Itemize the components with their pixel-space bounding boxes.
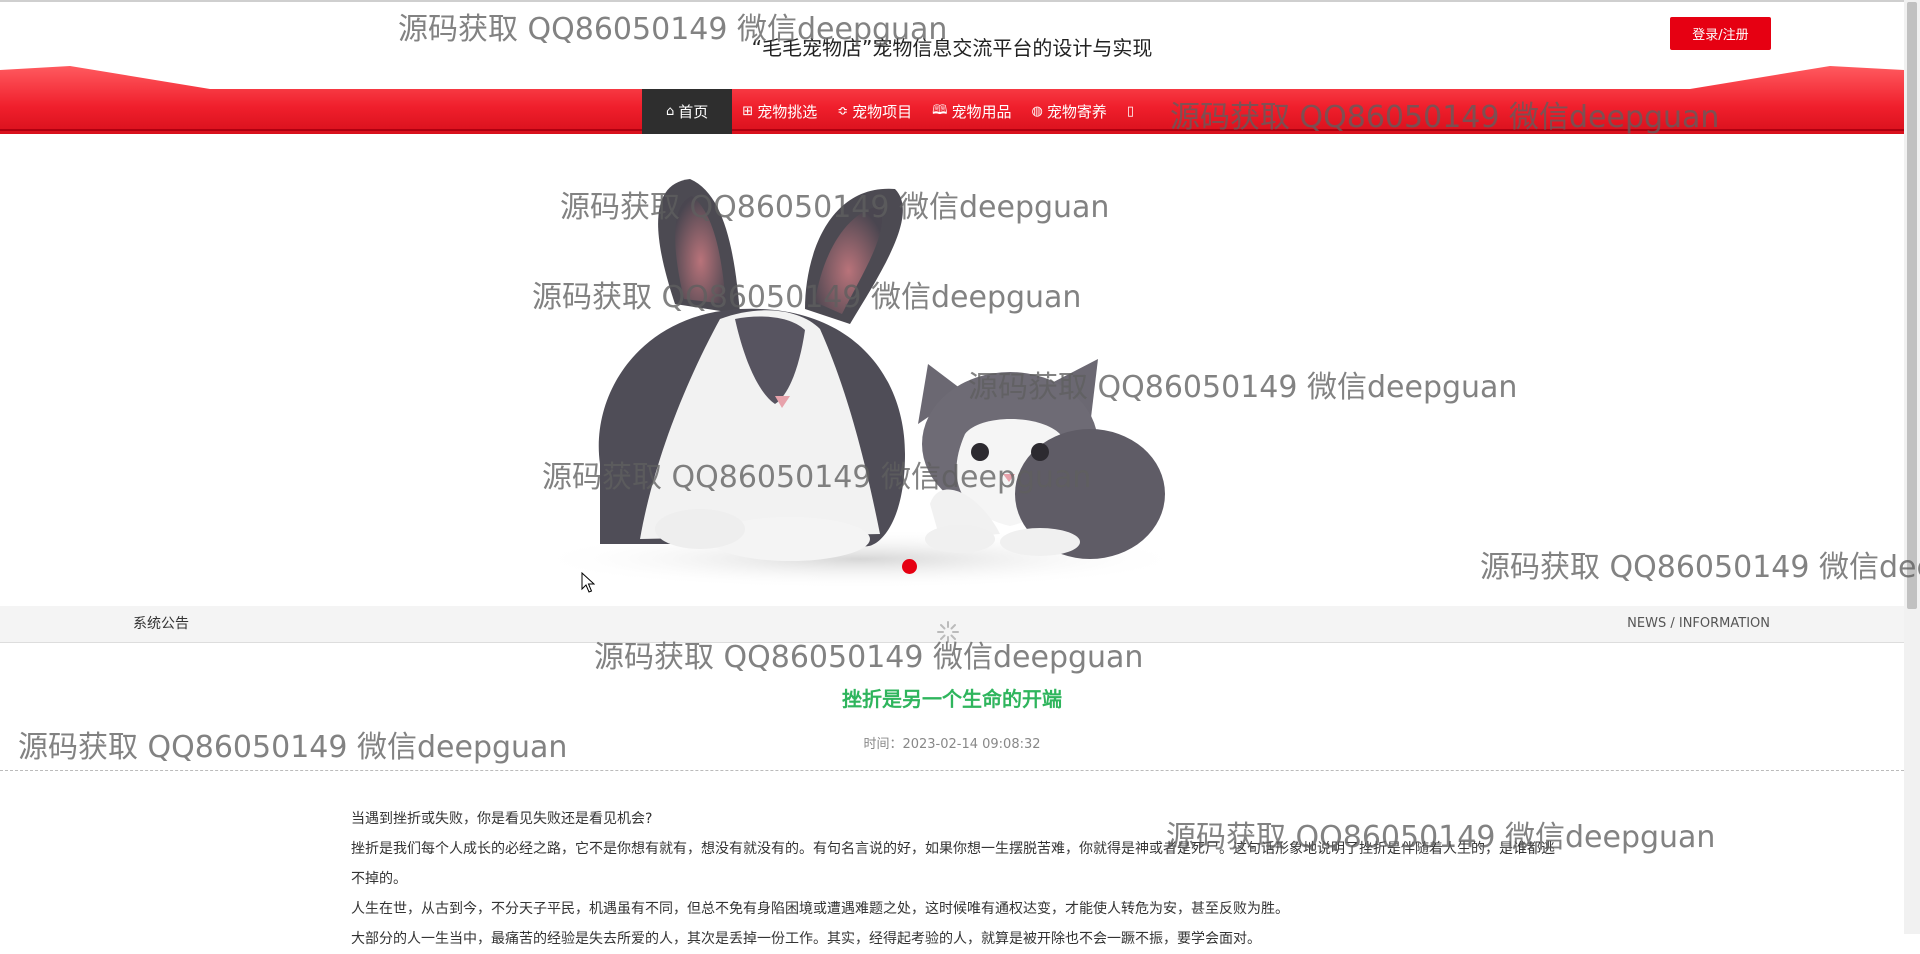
book-icon: 🕮 — [932, 102, 948, 118]
sliders-icon: ≎ — [837, 104, 849, 119]
article-paragraph: 大部分的人一生当中，最痛苦的经验是失去所爱的人，其次是丢掉一份工作。其实，经得起… — [351, 931, 1261, 947]
article-time: 时间：2023-02-14 09:08:32 — [863, 737, 1041, 752]
main-nav: ⌂ 首页 ⊞ 宠物挑选 ≎ 宠物项目 🕮 宠物用品 ◍ 宠物寄养 ▯ — [642, 89, 1148, 134]
palette-icon: ◍ — [1031, 104, 1043, 119]
loading-spinner-icon — [937, 621, 959, 643]
top-border — [0, 0, 1904, 2]
mouse-cursor-icon — [581, 572, 595, 593]
article-body: 当遇到挫折或失败，你是看见失败还是看见机会? 挫折是我们每个人成长的必经之路，它… — [351, 804, 1561, 954]
article-divider — [0, 770, 1904, 771]
nav-item-label: 宠物寄养 — [1046, 103, 1107, 121]
nav-item-pet-selection[interactable]: ⊞ 宠物挑选 — [732, 89, 827, 134]
nav-item-label: 首页 — [678, 103, 709, 121]
article-paragraph: 人生在世，从古到今，不分天子平民，机遇虽有不同，但总不免有身陷困境或遭遇难题之处… — [351, 901, 1289, 917]
article-paragraph: 挫折是我们每个人成长的必经之路，它不是你想有就有，想没有就没有的。有句名言说的好… — [351, 841, 1555, 887]
nav-item-label: 宠物挑选 — [757, 103, 818, 121]
nav-item-more[interactable]: ▯ — [1117, 89, 1148, 134]
notice-subheading: NEWS / INFORMATION — [1627, 616, 1770, 631]
nav-item-label: 宠物项目 — [852, 103, 913, 121]
rabbit-and-kitten-photo — [530, 179, 1190, 589]
login-register-button[interactable]: 登录/注册 — [1670, 17, 1771, 50]
rabbit-figure — [598, 179, 905, 561]
banner-carousel[interactable] — [0, 134, 1904, 606]
nav-item-pet-boarding[interactable]: ◍ 宠物寄养 — [1021, 89, 1116, 134]
article-title: 挫折是另一个生命的开端 — [842, 687, 1062, 711]
carousel-dot-active[interactable] — [902, 559, 917, 574]
gift-icon: ⊞ — [742, 104, 754, 119]
notice-heading: 系统公告 — [133, 616, 189, 632]
nav-item-home[interactable]: ⌂ 首页 — [642, 89, 733, 134]
doc-icon: ▯ — [1126, 104, 1134, 119]
site-title: “毛毛宠物店”宠物信息交流平台的设计与实现 — [751, 36, 1153, 60]
article-paragraph: 当遇到挫折或失败，你是看见失败还是看见机会? — [351, 811, 653, 827]
home-icon: ⌂ — [666, 104, 675, 119]
kitten-figure — [918, 359, 1165, 559]
nav-item-label: 宠物用品 — [951, 103, 1012, 121]
nav-item-pet-supplies[interactable]: 🕮 宠物用品 — [922, 89, 1021, 134]
page-scrollbar-thumb[interactable] — [1907, 2, 1917, 609]
nav-item-pet-projects[interactable]: ≎ 宠物项目 — [827, 89, 922, 134]
